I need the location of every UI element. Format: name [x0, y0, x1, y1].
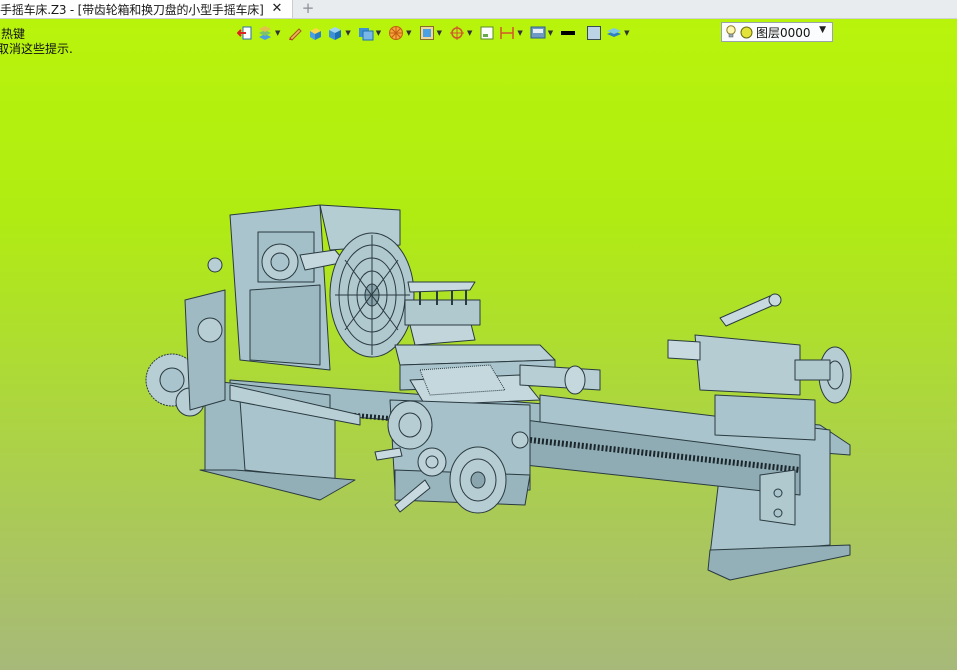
render-dropdown-arrow[interactable]: ▼	[376, 29, 381, 37]
3d-viewport[interactable]: 热键 取消这些提示.	[0, 19, 957, 670]
frame-select-icon[interactable]	[418, 24, 436, 42]
solid-box-icon[interactable]	[306, 24, 324, 42]
document-tab[interactable]: 手摇车床.Z3 - [带齿轮箱和换刀盘的小型手摇车床] ✕	[0, 0, 293, 18]
line-color-icon[interactable]	[559, 24, 577, 42]
frame-dropdown-arrow[interactable]: ▼	[437, 29, 442, 37]
lathe-model[interactable]	[0, 19, 957, 670]
sketch-rect-icon[interactable]	[478, 24, 496, 42]
layer-stack-dropdown-arrow[interactable]: ▼	[624, 29, 629, 37]
cancel-hints-link[interactable]: 取消这些提示.	[0, 40, 73, 57]
exit-sketch-icon[interactable]	[236, 24, 254, 42]
document-tab-bar: 手摇车床.Z3 - [带齿轮箱和换刀盘的小型手摇车床] ✕ +	[0, 0, 957, 19]
dimension-dropdown-arrow[interactable]: ▼	[517, 29, 522, 37]
dimension-icon[interactable]	[498, 24, 516, 42]
render-cube-icon[interactable]	[357, 24, 375, 42]
view-toolbar: ▼ ▼ ▼ ▼ ▼ ▼ ▼ ▼ ▼	[236, 22, 636, 44]
face-color-icon[interactable]	[585, 24, 603, 42]
pencil-icon[interactable]	[286, 24, 304, 42]
layer-dropdown-arrow[interactable]: ▼	[819, 25, 826, 35]
document-tab-title: 手摇车床.Z3 - [带齿轮箱和换刀盘的小型手摇车床]	[0, 2, 264, 17]
snap-target-icon[interactable]	[448, 24, 466, 42]
layers-stack-icon[interactable]	[256, 24, 274, 42]
lightbulb-icon[interactable]	[725, 25, 737, 39]
new-tab-button[interactable]: +	[301, 0, 315, 18]
wheel-dropdown-arrow[interactable]: ▼	[406, 29, 411, 37]
display-dropdown-arrow[interactable]: ▼	[548, 29, 553, 37]
orange-wheel-icon[interactable]	[387, 24, 405, 42]
layers-dropdown-arrow[interactable]: ▼	[275, 29, 280, 37]
layer-color-dot[interactable]	[740, 26, 753, 39]
view-cube-icon[interactable]	[326, 24, 344, 42]
layer-selector[interactable]: 图层0000 ▼	[721, 22, 833, 42]
layer-stack-icon[interactable]	[605, 24, 623, 42]
display-mode-icon[interactable]	[529, 24, 547, 42]
view-cube-dropdown-arrow[interactable]: ▼	[345, 29, 350, 37]
snap-dropdown-arrow[interactable]: ▼	[467, 29, 472, 37]
layer-name: 图层0000	[756, 25, 811, 40]
close-tab-icon[interactable]: ✕	[270, 0, 284, 18]
